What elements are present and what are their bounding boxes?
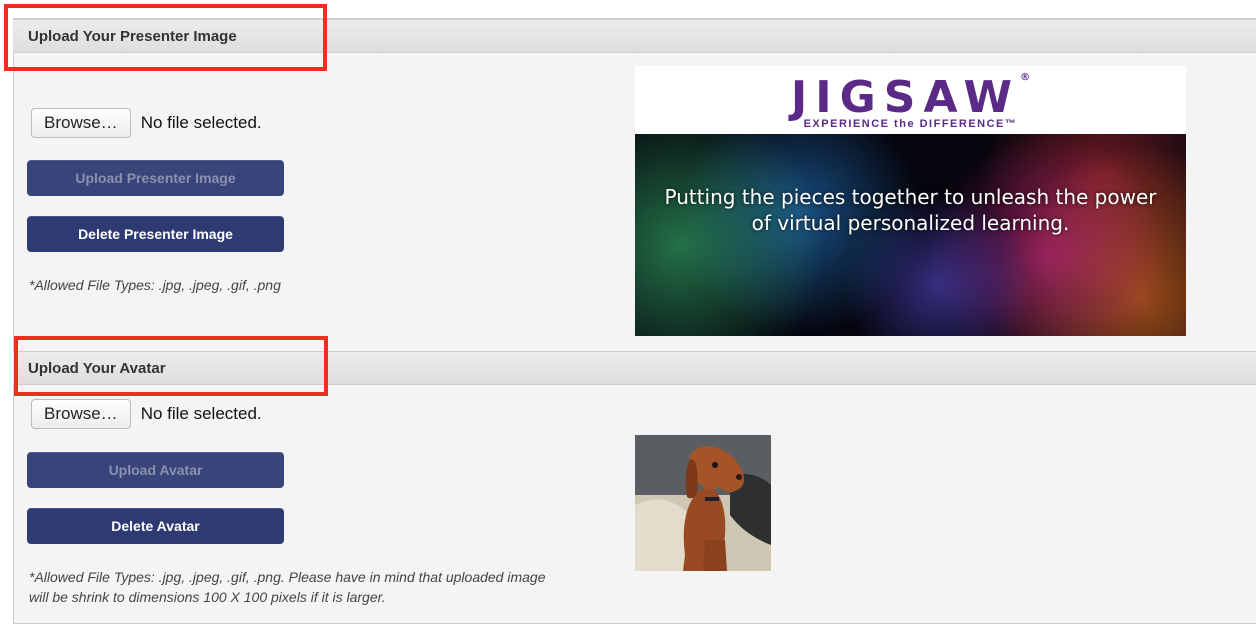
- presenter-file-status: No file selected.: [140, 113, 262, 132]
- presenter-allowed-types-note: *Allowed File Types: .jpg, .jpeg, .gif, …: [29, 277, 281, 293]
- upload-presenter-label: Upload Presenter Image: [75, 170, 236, 186]
- presenter-file-input[interactable]: Browse… No file selected.: [31, 108, 262, 138]
- registered-mark: ®: [1020, 72, 1031, 83]
- upload-avatar-label: Upload Avatar: [108, 462, 203, 478]
- avatar-note-line2: will be shrink to dimensions 100 X 100 p…: [29, 589, 386, 605]
- presenter-header-highlight: [4, 4, 327, 71]
- avatar-file-status: No file selected.: [140, 404, 262, 423]
- avatar-allowed-types-note: *Allowed File Types: .jpg, .jpeg, .gif, …: [29, 567, 546, 607]
- delete-avatar-label: Delete Avatar: [111, 518, 200, 534]
- upload-avatar-button[interactable]: Upload Avatar: [27, 452, 284, 488]
- dog-photo: [635, 435, 771, 571]
- avatar-browse-button[interactable]: Browse…: [31, 399, 131, 429]
- avatar-file-input[interactable]: Browse… No file selected.: [31, 399, 262, 429]
- delete-presenter-label: Delete Presenter Image: [78, 226, 233, 242]
- jigsaw-logo-text: JIGSAW: [790, 72, 1021, 123]
- presenter-browse-button[interactable]: Browse…: [31, 108, 131, 138]
- banner-logo-area: JIGSAW® EXPERIENCE the DIFFERENCE™: [635, 66, 1186, 134]
- presenter-browse-label: Browse…: [44, 113, 118, 132]
- banner-slogan: Putting the pieces together to unleash t…: [635, 184, 1186, 236]
- banner-tagline: EXPERIENCE the DIFFERENCE™: [803, 118, 1018, 130]
- avatar-header-highlight: [14, 336, 328, 396]
- jigsaw-logo: JIGSAW®: [635, 72, 1186, 123]
- banner-slogan-line2: of virtual personalized learning.: [751, 211, 1070, 235]
- presenter-image-preview: JIGSAW® EXPERIENCE the DIFFERENCE™ Putti…: [635, 66, 1186, 336]
- avatar-browse-label: Browse…: [44, 404, 118, 423]
- delete-presenter-button[interactable]: Delete Presenter Image: [27, 216, 284, 252]
- avatar-image-preview: [635, 435, 771, 571]
- avatar-note-line1: *Allowed File Types: .jpg, .jpeg, .gif, …: [29, 569, 546, 585]
- upload-presenter-button[interactable]: Upload Presenter Image: [27, 160, 284, 196]
- banner-slogan-line1: Putting the pieces together to unleash t…: [664, 185, 1157, 209]
- delete-avatar-button[interactable]: Delete Avatar: [27, 508, 284, 544]
